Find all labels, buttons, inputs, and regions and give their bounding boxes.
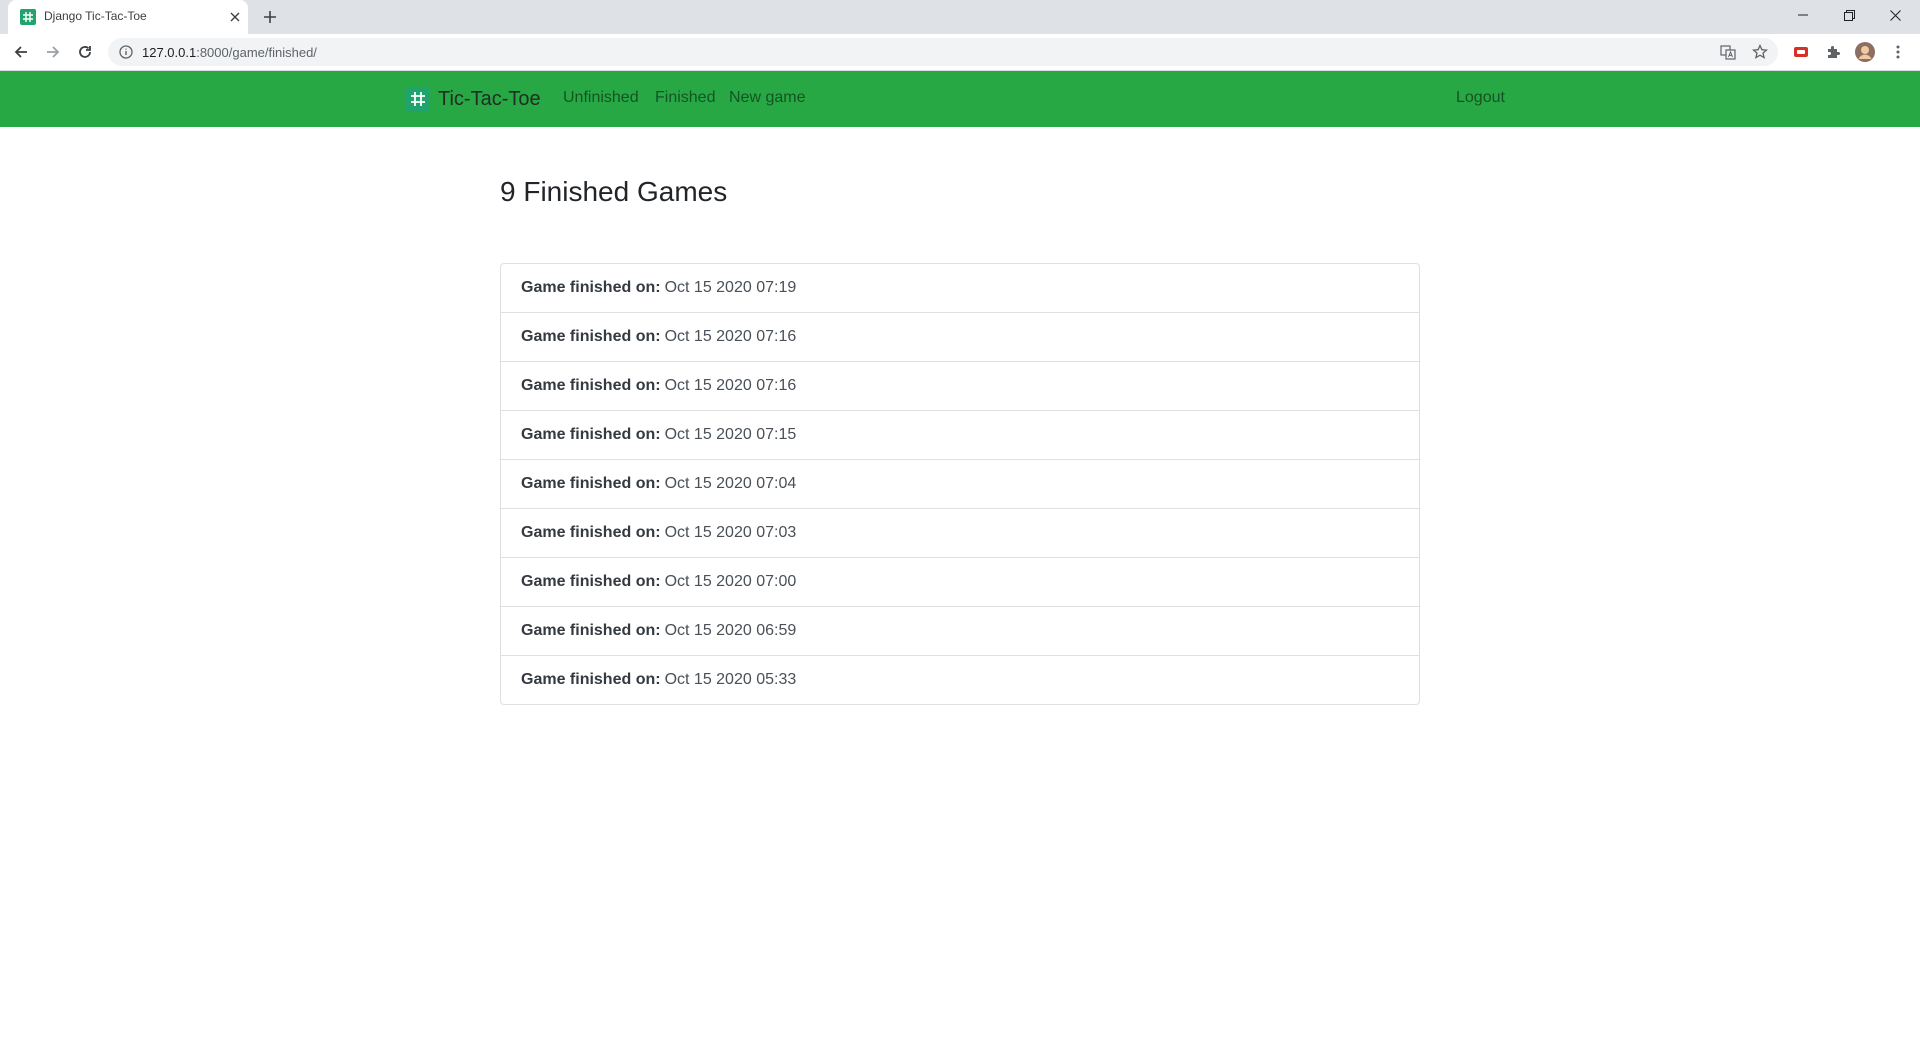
game-finished-label: Game finished on: — [521, 671, 661, 688]
finished-games-list: Game finished on: Oct 15 2020 07:19 Game f… — [500, 263, 1420, 705]
game-finished-date: Oct 15 2020 07:00 — [664, 573, 797, 590]
browser-tab[interactable]: Django Tic-Tac-Toe — [8, 0, 248, 34]
game-list-item[interactable]: Game finished on: Oct 15 2020 07:15 — [501, 411, 1419, 460]
game-list-item[interactable]: Game finished on: Oct 15 2020 06:59 — [501, 607, 1419, 656]
game-finished-date: Oct 15 2020 05:33 — [664, 671, 797, 688]
extension-red-icon[interactable] — [1791, 42, 1811, 62]
game-finished-date: Oct 15 2020 07:03 — [664, 524, 797, 541]
game-finished-label: Game finished on: — [521, 622, 661, 639]
browser-toolbar: 127.0.0.1:8000/game/finished/ — [0, 34, 1920, 71]
minimize-window-icon[interactable] — [1780, 0, 1826, 30]
nav-link-unfinished[interactable]: Unfinished — [563, 89, 639, 107]
browser-menu-icon[interactable] — [1888, 42, 1908, 62]
game-finished-date: Oct 15 2020 07:19 — [664, 279, 797, 296]
game-finished-date: Oct 15 2020 06:59 — [664, 622, 797, 639]
game-list-item[interactable]: Game finished on: Oct 15 2020 07:00 — [501, 558, 1419, 607]
browser-tab-bar: Django Tic-Tac-Toe — [0, 0, 1920, 34]
game-finished-label: Game finished on: — [521, 426, 661, 443]
game-finished-label: Game finished on: — [521, 328, 661, 345]
close-window-icon[interactable] — [1872, 0, 1918, 30]
back-icon[interactable] — [9, 40, 33, 64]
game-finished-date: Oct 15 2020 07:04 — [664, 475, 797, 492]
game-list-item[interactable]: Game finished on: Oct 15 2020 05:33 — [501, 656, 1419, 704]
site-navbar: Tic-Tac-Toe Unfinished Finished New game… — [0, 71, 1920, 127]
game-finished-label: Game finished on: — [521, 475, 661, 492]
brand-name: Tic-Tac-Toe — [438, 87, 541, 110]
game-list-item[interactable]: Game finished on: Oct 15 2020 07:16 — [501, 313, 1419, 362]
game-list-item[interactable]: Game finished on: Oct 15 2020 07:19 — [501, 264, 1419, 313]
nav-link-finished[interactable]: Finished — [655, 89, 715, 107]
close-tab-icon[interactable] — [226, 8, 244, 26]
url-text[interactable]: 127.0.0.1:8000/game/finished/ — [142, 45, 317, 60]
tic-tac-toe-favicon-icon — [20, 9, 36, 25]
bookmark-star-icon[interactable] — [1750, 42, 1770, 62]
game-finished-label: Game finished on: — [521, 573, 661, 590]
nav-link-new-game[interactable]: New game — [729, 89, 805, 107]
page-title: 9 Finished Games — [500, 176, 728, 207]
translate-icon[interactable] — [1718, 42, 1738, 62]
tic-tac-toe-logo-icon — [406, 87, 430, 111]
restore-window-icon[interactable] — [1826, 0, 1872, 30]
forward-icon[interactable] — [41, 40, 65, 64]
nav-link-logout[interactable]: Logout — [1456, 89, 1505, 107]
tab-title: Django Tic-Tac-Toe — [44, 9, 147, 23]
game-finished-label: Game finished on: — [521, 524, 661, 541]
address-bar[interactable]: 127.0.0.1:8000/game/finished/ — [108, 38, 1778, 66]
new-tab-icon[interactable] — [260, 7, 280, 27]
game-list-item[interactable]: Game finished on: Oct 15 2020 07:04 — [501, 460, 1419, 509]
game-list-item[interactable]: Game finished on: Oct 15 2020 07:03 — [501, 509, 1419, 558]
reload-icon[interactable] — [73, 40, 97, 64]
game-finished-date: Oct 15 2020 07:16 — [664, 377, 797, 394]
game-finished-label: Game finished on: — [521, 279, 661, 296]
game-list-item[interactable]: Game finished on: Oct 15 2020 07:16 — [501, 362, 1419, 411]
profile-avatar[interactable] — [1855, 42, 1875, 62]
extensions-puzzle-icon[interactable] — [1823, 42, 1843, 62]
game-finished-label: Game finished on: — [521, 377, 661, 394]
site-info-icon[interactable] — [118, 44, 134, 60]
game-finished-date: Oct 15 2020 07:15 — [664, 426, 797, 443]
url-host: 127.0.0.1 — [142, 45, 197, 60]
brand-link[interactable]: Tic-Tac-Toe — [406, 85, 541, 113]
url-path: :8000/game/finished/ — [196, 45, 317, 60]
game-finished-date: Oct 15 2020 07:16 — [664, 328, 797, 345]
